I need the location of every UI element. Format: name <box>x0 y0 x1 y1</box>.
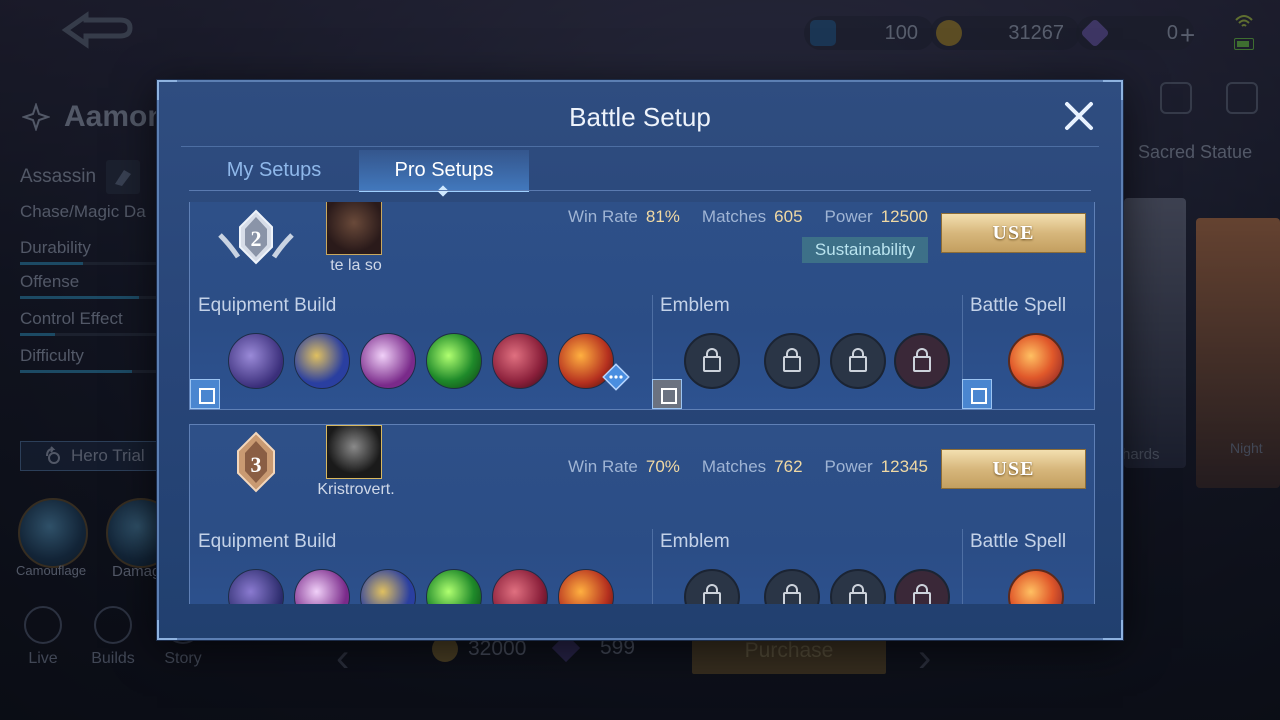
dialog-corner <box>157 80 177 100</box>
avatar[interactable] <box>326 425 382 479</box>
emblem-lock-icon[interactable] <box>764 333 820 389</box>
rank-number: 2 <box>251 226 262 251</box>
use-button[interactable]: USE <box>941 213 1086 253</box>
item-icon[interactable] <box>228 569 284 604</box>
rank-number: 3 <box>251 452 262 477</box>
emblem-label: Emblem <box>660 295 730 316</box>
dialog-corner <box>1103 620 1123 640</box>
build-tag: Sustainability <box>802 237 928 263</box>
setup-card: 3 Kristrovert. Win Rate 70% Matches 762 Po… <box>189 424 1095 604</box>
power-value: 12345 <box>880 457 928 476</box>
emblem-lock-icon[interactable] <box>894 333 950 389</box>
item-icon[interactable] <box>492 569 548 604</box>
equipment-build-label: Equipment Build <box>198 295 337 316</box>
dialog-title: Battle Setup <box>569 102 711 132</box>
emblem-lock-icon[interactable] <box>684 333 740 389</box>
tab-my-setups[interactable]: My Setups <box>189 150 359 190</box>
setup-stats: Win Rate 81% Matches 605 Power 12500 <box>567 207 928 226</box>
battle-spell-label: Battle Spell <box>970 295 1067 316</box>
dialog-corner <box>1103 80 1123 100</box>
copy-emblem-icon[interactable] <box>652 379 682 409</box>
rank-badge-icon: 3 <box>237 431 275 493</box>
dialog-corner <box>157 620 177 640</box>
item-icon[interactable] <box>426 333 482 389</box>
battle-spell-icon[interactable] <box>1008 569 1064 604</box>
emblem-lock-icon[interactable] <box>830 569 886 604</box>
avatar[interactable] <box>326 202 382 255</box>
section-divider <box>962 529 963 604</box>
item-icon[interactable] <box>360 333 416 389</box>
item-icon[interactable] <box>426 569 482 604</box>
equipment-build-label: Equipment Build <box>198 531 337 552</box>
item-icon[interactable] <box>294 569 350 604</box>
matches-value: 605 <box>774 207 803 226</box>
setup-stats: Win Rate 70% Matches 762 Power 12345 <box>567 457 928 476</box>
item-icon[interactable] <box>360 569 416 604</box>
battle-spell-icon[interactable] <box>1008 333 1064 389</box>
title-divider <box>181 146 1099 147</box>
battle-spell-label: Battle Spell <box>970 531 1067 552</box>
copy-build-icon[interactable] <box>190 379 220 409</box>
item-icon[interactable] <box>294 333 350 389</box>
close-icon[interactable] <box>1059 96 1099 136</box>
more-options-icon[interactable] <box>602 363 630 391</box>
emblem-lock-icon[interactable] <box>830 333 886 389</box>
copy-spell-icon[interactable] <box>962 379 992 409</box>
player-name: Kristrovert. <box>317 481 395 498</box>
pro-setups-list[interactable]: 2 te la so Win Rate 81% Matches 605 Power 1… <box>189 202 1095 604</box>
tab-pro-setups[interactable]: Pro Setups <box>359 150 529 192</box>
tab-divider <box>189 190 1091 191</box>
win-rate-value: 81% <box>645 207 680 226</box>
matches-value: 762 <box>774 457 803 476</box>
setup-card: 2 te la so Win Rate 81% Matches 605 Power 1… <box>189 202 1095 410</box>
emblem-lock-icon[interactable] <box>684 569 740 604</box>
emblem-lock-icon[interactable] <box>894 569 950 604</box>
rank-badge-icon: 2 <box>218 209 294 265</box>
section-divider <box>652 529 653 604</box>
use-button[interactable]: USE <box>941 449 1086 489</box>
emblem-label: Emblem <box>660 531 730 552</box>
item-icon[interactable] <box>228 333 284 389</box>
battle-setup-dialog: Battle Setup My Setups Pro Setups 2 te l… <box>157 80 1123 640</box>
item-icon[interactable] <box>492 333 548 389</box>
emblem-lock-icon[interactable] <box>764 569 820 604</box>
item-icon[interactable] <box>558 569 614 604</box>
power-value: 12500 <box>880 207 928 226</box>
win-rate-value: 70% <box>645 457 680 476</box>
player-name: te la so <box>330 257 382 274</box>
